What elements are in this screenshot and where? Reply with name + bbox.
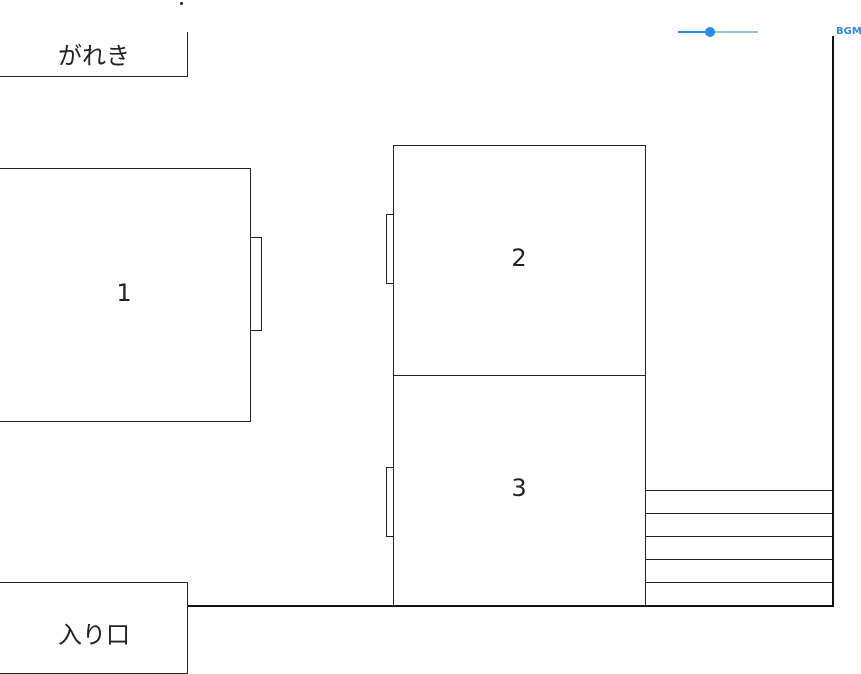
bgm-label: BGM [836, 26, 861, 37]
room-1-door[interactable] [250, 237, 262, 331]
room-3-label: 3 [511, 474, 527, 502]
bottom-wall [187, 605, 834, 607]
gravel-room[interactable]: がれき [0, 32, 188, 77]
stair-step [646, 536, 834, 537]
right-wall [832, 36, 834, 607]
stair-step [646, 559, 834, 560]
room-2-label: 2 [511, 244, 527, 272]
room-2[interactable]: 2 [393, 145, 646, 376]
bgm-volume-thumb[interactable] [705, 27, 715, 37]
marker-dot [180, 2, 183, 5]
stair-step [646, 582, 834, 583]
room-1[interactable]: 1 [0, 168, 251, 422]
room-1-label: 1 [116, 279, 132, 307]
room-3-door[interactable] [386, 467, 394, 537]
entrance-label: 入り口 [58, 621, 130, 649]
room-2-door[interactable] [386, 214, 394, 284]
stair-step [646, 513, 834, 514]
room-3[interactable]: 3 [393, 375, 646, 607]
entrance-room[interactable]: 入り口 [0, 582, 188, 674]
stair-step [646, 490, 834, 491]
gravel-label: がれき [58, 42, 130, 70]
